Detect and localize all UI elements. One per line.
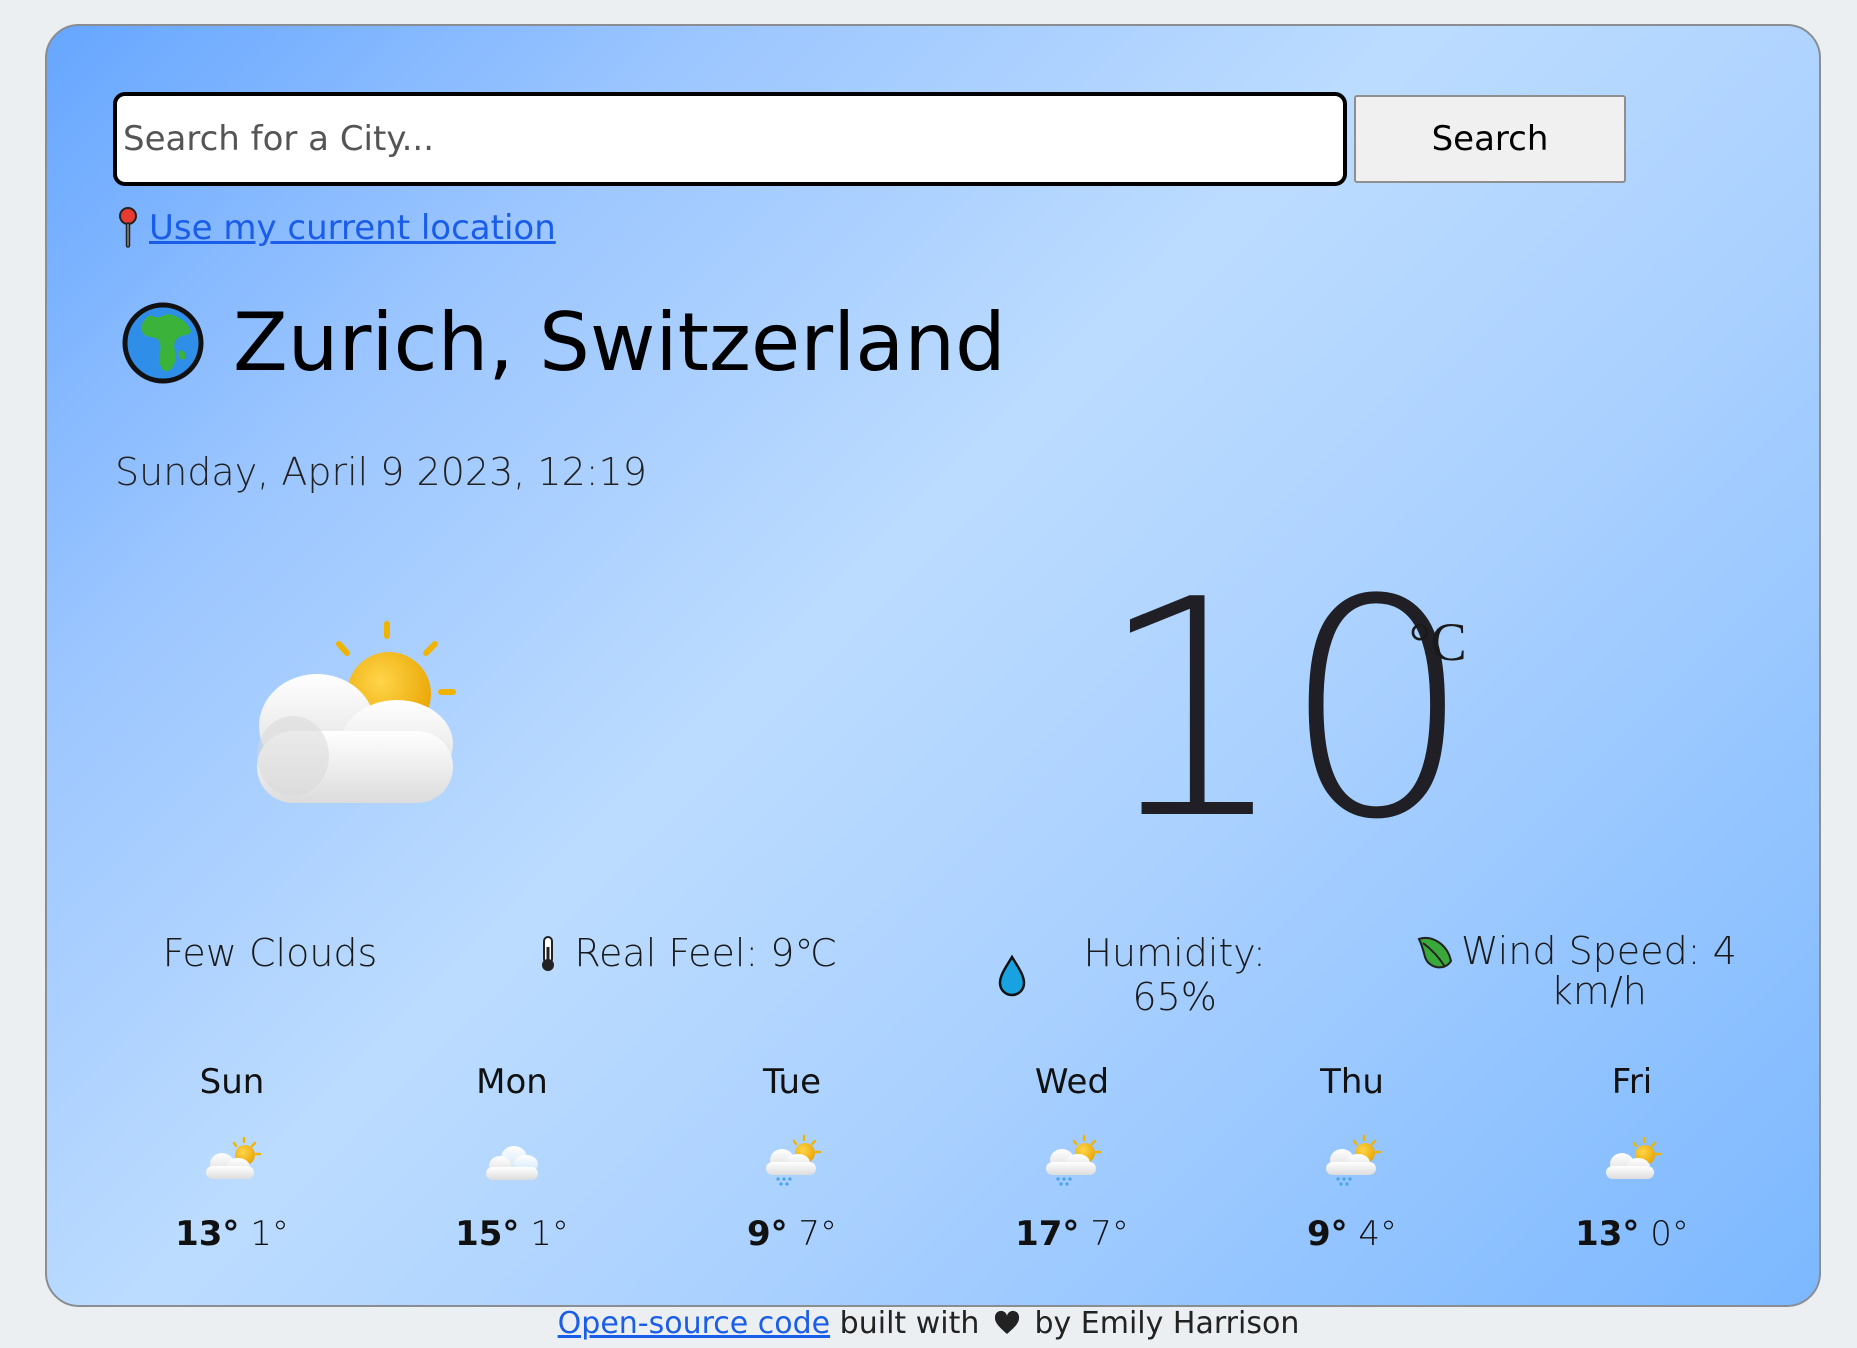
forecast-day: Thu 9° 4° <box>1252 1062 1452 1254</box>
forecast-day: Mon 15° 1° <box>412 1062 612 1254</box>
city-name: Zurich, Switzerland <box>233 296 1006 389</box>
current-temperature: 10 <box>1097 536 1473 885</box>
leaf-icon <box>1417 937 1453 969</box>
forecast: Sun 13° 1° Mon 15° 1° Tue 9° 7° Wed 17° … <box>132 1062 1732 1254</box>
humidity-text: Humidity: 65% <box>1083 931 1266 1019</box>
forecast-high: 13° <box>175 1214 240 1254</box>
real-feel-text: Real Feel: 9℃ <box>574 931 838 975</box>
weather-details: Few Clouds Real Feel: 9℃ Humidity: 65% W… <box>115 931 1755 1019</box>
forecast-low: 7° <box>798 1214 838 1254</box>
forecast-low: 7° <box>1090 1214 1129 1254</box>
forecast-low: 1° <box>530 1214 569 1254</box>
partly-cloudy-icon <box>1600 1134 1664 1186</box>
humidity: Humidity: 65% <box>992 931 1312 1019</box>
wind-speed-line1: Wind Speed: 4 <box>1460 929 1737 973</box>
pin-icon <box>119 207 137 248</box>
thermometer-icon <box>542 936 555 971</box>
droplet-icon <box>998 954 1025 997</box>
forecast-high: 13° <box>1575 1214 1640 1254</box>
real-feel: Real Feel: 9℃ <box>528 931 888 975</box>
weather-card: Search Use my current location Zurich, S… <box>45 24 1821 1307</box>
footer-built-with: built with <box>839 1306 980 1341</box>
heart-icon <box>994 1310 1019 1334</box>
forecast-temps: 15° 1° <box>455 1214 569 1254</box>
forecast-low: 0° <box>1650 1214 1689 1254</box>
current-datetime: Sunday, April 9 2023, 12:19 <box>115 450 647 494</box>
forecast-high: 17° <box>1015 1214 1080 1254</box>
forecast-day: Wed 17° 7° <box>972 1062 1172 1254</box>
wind-speed: Wind Speed: 4 km/h <box>1415 931 1755 1011</box>
sun-rain-cloud-icon <box>1320 1134 1384 1186</box>
weather-description: Few Clouds <box>115 931 425 975</box>
sun-rain-cloud-icon <box>760 1134 824 1186</box>
forecast-day-name: Tue <box>762 1062 822 1102</box>
forecast-day: Fri 13° 0° <box>1532 1062 1732 1254</box>
search-button[interactable]: Search <box>1354 95 1626 183</box>
partly-cloudy-icon <box>200 1134 264 1186</box>
current-location-row: Use my current location <box>117 206 556 250</box>
forecast-day-name: Thu <box>1320 1062 1384 1102</box>
wind-speed-line2: km/h <box>1550 969 1647 1013</box>
globe-icon <box>122 302 204 383</box>
forecast-low: 1° <box>250 1214 289 1254</box>
use-current-location-link[interactable]: Use my current location <box>149 208 556 248</box>
forecast-high: 15° <box>455 1214 520 1254</box>
temperature-unit[interactable]: °C <box>1409 611 1467 673</box>
forecast-day-name: Fri <box>1611 1062 1653 1102</box>
wind-speed-text: Wind Speed: 4 km/h <box>1461 931 1737 1011</box>
description-text: Few Clouds <box>162 931 378 975</box>
forecast-temps: 9° 4° <box>1307 1214 1397 1254</box>
cloudy-icon <box>480 1134 544 1186</box>
forecast-high: 9° <box>1306 1214 1348 1254</box>
forecast-temps: 13° 0° <box>1575 1214 1689 1254</box>
footer: Open-source code built with by Emily Har… <box>0 1306 1857 1341</box>
forecast-day-name: Sun <box>199 1062 265 1102</box>
forecast-day-name: Mon <box>476 1062 548 1102</box>
forecast-low: 4° <box>1358 1214 1398 1254</box>
open-source-code-link[interactable]: Open-source code <box>558 1306 830 1341</box>
partly-cloudy-icon <box>257 621 456 803</box>
forecast-temps: 9° 7° <box>747 1214 837 1254</box>
forecast-temps: 17° 7° <box>1015 1214 1129 1254</box>
city-header: Zurich, Switzerland <box>121 296 1006 389</box>
sun-rain-cloud-icon <box>1040 1134 1104 1186</box>
forecast-day: Sun 13° 1° <box>132 1062 332 1254</box>
forecast-high: 9° <box>746 1214 788 1254</box>
forecast-day-name: Wed <box>1034 1062 1110 1102</box>
forecast-temps: 13° 1° <box>175 1214 289 1254</box>
footer-author: by Emily Harrison <box>1034 1306 1300 1341</box>
forecast-day: Tue 9° 7° <box>692 1062 892 1254</box>
search-input[interactable] <box>113 92 1347 186</box>
